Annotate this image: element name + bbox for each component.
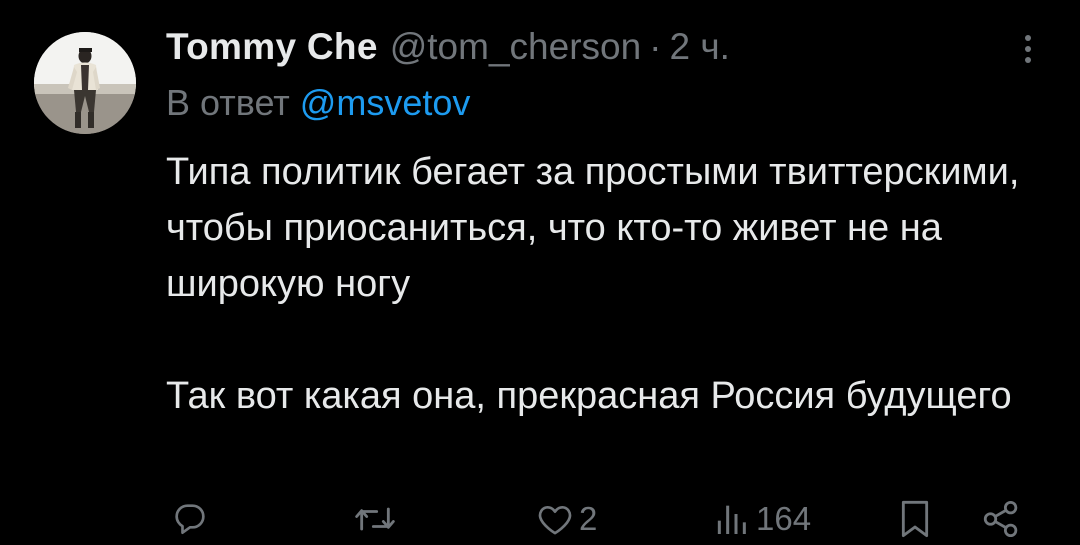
more-options-icon[interactable] <box>1010 32 1046 68</box>
like-count: 2 <box>579 499 598 537</box>
heart-icon <box>538 505 572 534</box>
reply-prefix: В ответ <box>166 82 290 123</box>
views-icon <box>717 505 746 534</box>
tweet-paragraph: Так вот какая она, прекрасная Россия буд… <box>166 375 1012 417</box>
share-icon <box>983 500 1018 537</box>
author-name[interactable]: Tommy Che <box>166 24 378 70</box>
bookmark-icon <box>901 500 929 537</box>
tweet-paragraph: Типа политик бегает за простыми твиттерс… <box>166 151 1020 305</box>
retweet-button[interactable] <box>353 492 397 545</box>
avatar-photo <box>34 32 136 134</box>
reply-mention-link[interactable]: @msvetov <box>300 82 471 123</box>
reply-icon <box>175 503 205 534</box>
reply-context: В ответ @msvetov <box>166 80 470 126</box>
share-button[interactable] <box>980 492 1022 545</box>
author-handle[interactable]: @tom_cherson <box>390 24 641 70</box>
action-bar: 2 164 <box>0 492 1080 545</box>
reply-button[interactable] <box>170 492 210 545</box>
separator-dot: · <box>649 26 662 67</box>
timestamp[interactable]: 2 ч. <box>670 24 730 70</box>
bookmark-button[interactable] <box>895 492 935 545</box>
avatar[interactable] <box>34 32 136 134</box>
tweet-header: Tommy Che @tom_cherson · 2 ч. <box>166 24 730 70</box>
retweet-icon <box>355 507 395 530</box>
like-button[interactable]: 2 <box>535 492 597 545</box>
tweet-text: Типа политик бегает за простыми твиттерс… <box>166 144 1046 424</box>
tweet: Tommy Che @tom_cherson · 2 ч. В ответ @m… <box>0 0 1080 545</box>
views-count: 164 <box>756 499 812 537</box>
views-button[interactable]: 164 <box>712 492 811 545</box>
